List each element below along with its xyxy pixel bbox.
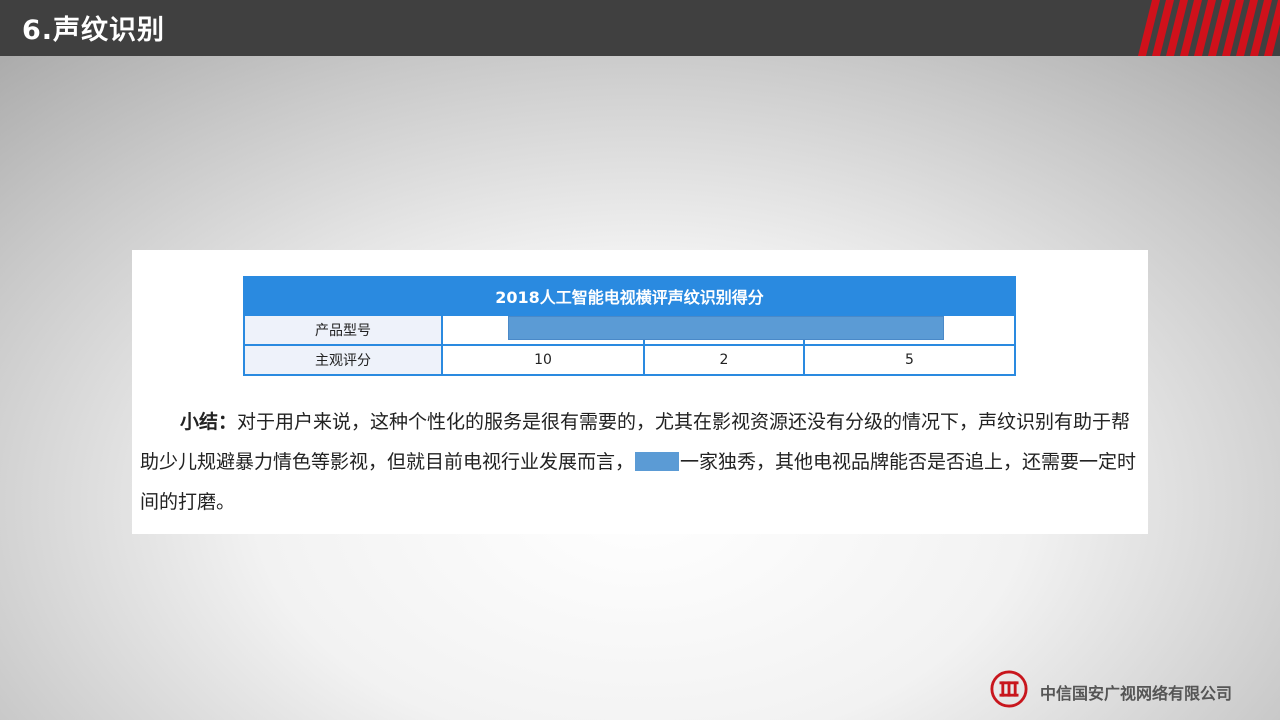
red-stripes-decoration	[1138, 0, 1280, 56]
summary-label: 小结：	[180, 411, 238, 433]
company-name: 中信国安广视网络有限公司	[1040, 684, 1233, 703]
table-cell: 5	[803, 344, 1016, 376]
summary-paragraph: 小结：对于用户来说，这种个性化的服务是很有需要的，尤其在影视资源还没有分级的情况…	[140, 402, 1140, 522]
table-cell: 10	[441, 344, 645, 376]
redaction-block	[508, 316, 944, 340]
table-title: 2018人工智能电视横评声纹识别得分	[243, 276, 1016, 316]
table-row: 主观评分 10 2 5	[243, 344, 1016, 376]
inline-redaction-block	[635, 452, 680, 471]
content-panel: 2018人工智能电视横评声纹识别得分 产品型号 主观评分 10 2 5 小结：对…	[132, 250, 1148, 534]
row-label: 产品型号	[243, 314, 443, 346]
row-label: 主观评分	[243, 344, 443, 376]
page-title: 6.声纹识别	[22, 15, 166, 46]
header-bar: 6.声纹识别	[0, 0, 1280, 56]
table-cell: 2	[643, 344, 805, 376]
citic-logo-icon	[990, 670, 1028, 708]
